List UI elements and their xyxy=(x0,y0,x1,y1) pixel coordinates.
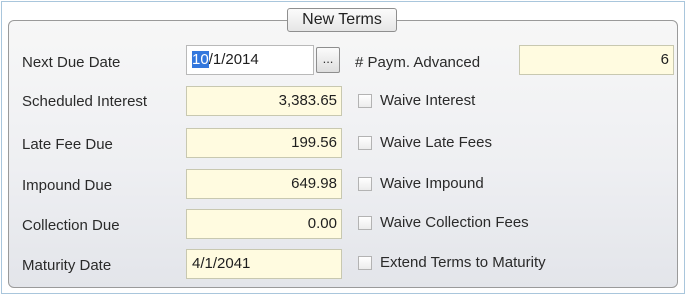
next-due-date-label: Next Due Date xyxy=(22,54,121,71)
scheduled-interest-label: Scheduled Interest xyxy=(22,93,148,110)
date-picker-button[interactable]: ... xyxy=(316,47,340,73)
waive-collection-fees-checkbox[interactable] xyxy=(358,216,372,230)
extend-terms-checkbox[interactable] xyxy=(358,256,372,270)
extend-terms-label[interactable]: Extend Terms to Maturity xyxy=(380,253,546,273)
scheduled-interest-field[interactable]: 3,383.65 xyxy=(186,86,342,116)
waive-late-fees-label[interactable]: Waive Late Fees xyxy=(380,133,492,153)
impound-due-label: Impound Due xyxy=(22,177,113,194)
group-title: New Terms xyxy=(287,8,397,32)
collection-due-label: Collection Due xyxy=(22,217,120,234)
waive-impound-checkbox[interactable] xyxy=(358,177,372,191)
collection-due-field[interactable]: 0.00 xyxy=(186,209,342,239)
maturity-date-label: Maturity Date xyxy=(22,257,112,274)
late-fee-due-field[interactable]: 199.56 xyxy=(186,128,342,158)
late-fee-due-label: Late Fee Due xyxy=(22,136,113,153)
waive-late-fees-checkbox[interactable] xyxy=(358,136,372,150)
next-due-date-rest: /1/2014 xyxy=(208,51,259,68)
waive-impound-label[interactable]: Waive Impound xyxy=(380,174,484,194)
payments-advanced-label: # Paym. Advanced xyxy=(355,54,481,71)
payments-advanced-field[interactable]: 6 xyxy=(519,45,674,75)
waive-collection-fees-label[interactable]: Waive Collection Fees xyxy=(380,213,529,233)
next-due-date-field[interactable]: 10/1/2014 xyxy=(186,45,314,75)
waive-interest-checkbox[interactable] xyxy=(358,94,372,108)
impound-due-field[interactable]: 649.98 xyxy=(186,169,342,199)
maturity-date-field[interactable]: 4/1/2041 xyxy=(186,249,342,279)
next-due-date-selected-part: 10 xyxy=(192,51,209,68)
waive-interest-label[interactable]: Waive Interest xyxy=(380,91,475,111)
